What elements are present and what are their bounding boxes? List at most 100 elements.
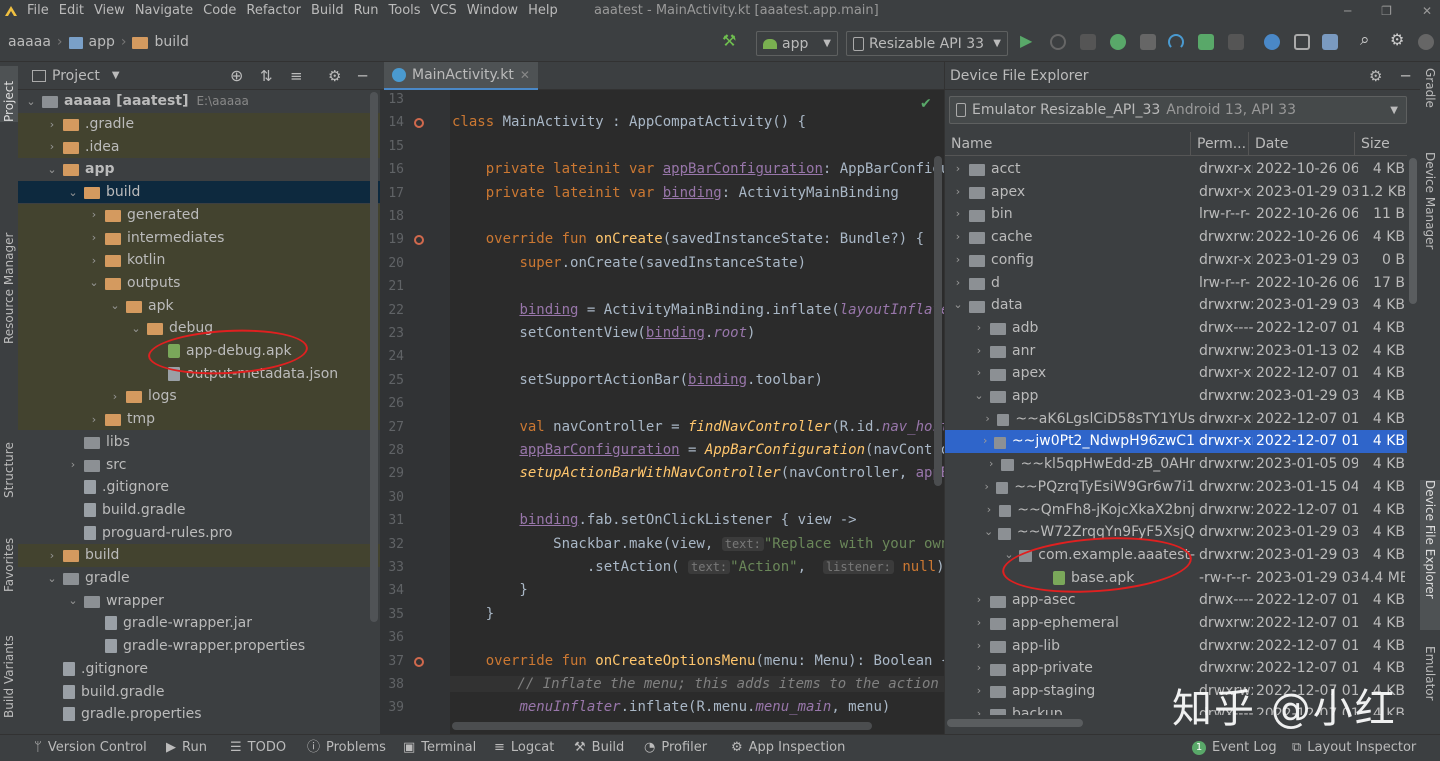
tool-profiler[interactable]: ◔ Profiler	[644, 735, 707, 761]
search-icon[interactable]: ⌕	[1360, 30, 1376, 50]
file-row[interactable]: › apex drwxr-xr2022-12-07 01:5 4 KB	[945, 362, 1407, 385]
chevron-right-icon[interactable]: ›	[981, 476, 992, 499]
tool-tab-project[interactable]: Project	[0, 66, 18, 122]
chevron-down-icon[interactable]: ⌄	[66, 186, 80, 199]
menu-item-run[interactable]: Run	[349, 0, 384, 22]
column-size[interactable]: Size	[1355, 132, 1407, 156]
menu-item-file[interactable]: File	[22, 0, 54, 22]
tool-build[interactable]: ⚒ Build	[574, 735, 624, 761]
menu-item-window[interactable]: Window	[462, 0, 523, 22]
tree-row[interactable]: › .gradle	[18, 112, 380, 136]
chevron-down-icon[interactable]: ⌄	[45, 572, 59, 585]
chevron-down-icon[interactable]: ⌄	[66, 594, 80, 607]
file-row[interactable]: ›dlrw-r--r-2022-10-26 06:017 B	[945, 272, 1407, 295]
tool-tab-resource-manager[interactable]: Resource Manager	[0, 154, 18, 344]
file-table-hscrollbar[interactable]	[947, 719, 1083, 727]
tool-logcat[interactable]: ≡ Logcat	[494, 735, 554, 761]
menu-item-code[interactable]: Code	[198, 0, 241, 22]
project-scrollbar[interactable]	[370, 92, 378, 622]
tool-terminal[interactable]: ▣ Terminal	[403, 735, 476, 761]
file-row[interactable]: › ~~PQzrqTyEsiW9Gr6w7i1 drwxrwx 2023-01-15 …	[945, 476, 1407, 499]
device-selector[interactable]: Emulator Resizable_API_33 Android 13, AP…	[949, 96, 1407, 124]
chevron-down-icon[interactable]: ⌄	[983, 521, 994, 544]
chevron-right-icon[interactable]: ›	[951, 226, 965, 249]
menu-item-refactor[interactable]: Refactor	[241, 0, 306, 22]
chevron-right-icon[interactable]: ›	[66, 458, 80, 471]
tree-row[interactable]: › intermediates	[18, 226, 380, 249]
close-icon[interactable]: ✕	[1422, 0, 1432, 22]
code-area[interactable]: class MainActivity : AppCompatActivity()…	[380, 90, 944, 734]
file-row[interactable]: › ~~kl5qpHwEdd-zB_0AHr drwxrwx 2023-01-05 0…	[945, 453, 1407, 476]
tool-tab-structure[interactable]: Structure	[0, 428, 18, 498]
menu-item-build[interactable]: Build	[306, 0, 349, 22]
column-permissions[interactable]: Perm...	[1191, 132, 1249, 156]
tree-row[interactable]: gradle-wrapper.jar	[18, 612, 380, 635]
file-row[interactable]: › bin lrw-r--r- 2022-10-26 06:0 11 B	[945, 203, 1407, 226]
tree-row[interactable]: build.gradle	[18, 680, 380, 703]
chevron-right-icon[interactable]: ›	[87, 254, 101, 267]
tree-row[interactable]: ⌄ app	[18, 158, 380, 181]
apply-changes-icon[interactable]	[1050, 34, 1066, 50]
locate-icon[interactable]: ⊕	[230, 66, 243, 85]
tool-tab-emulator[interactable]: Emulator	[1420, 646, 1440, 726]
file-row[interactable]: ⌄ data drwxrwx2023-01-29 03:3 4 KB	[945, 294, 1407, 317]
chevron-down-icon[interactable]: ⌄	[45, 163, 59, 176]
chevron-right-icon[interactable]: ›	[972, 589, 986, 612]
tool-todo[interactable]: ☰ TODO	[230, 735, 286, 761]
tree-row[interactable]: .gitignore	[18, 658, 380, 681]
file-row[interactable]: › app-asec drwx----2022-12-07 01:5 4 KB	[945, 589, 1407, 612]
chevron-right-icon[interactable]: ›	[972, 635, 986, 658]
chevron-down-icon[interactable]: ⌄	[24, 95, 38, 108]
chevron-right-icon[interactable]: ›	[982, 408, 993, 431]
attach-debugger-icon[interactable]	[1140, 34, 1156, 50]
menu-item-view[interactable]: View	[89, 0, 130, 22]
file-row[interactable]: › ~~QmFh8-jKojcXkaX2bnj drwxrwx 2022-12-07 …	[945, 499, 1407, 522]
chevron-right-icon[interactable]: ›	[951, 203, 965, 226]
close-tab-icon[interactable]: ✕	[520, 68, 530, 82]
file-row[interactable]: › acct drwxr-xr2022-10-26 06:0 4 KB	[945, 158, 1407, 181]
file-row[interactable]: › config drwxr-xr2023-01-29 03:3 0 B	[945, 249, 1407, 272]
editor-scrollbar[interactable]	[934, 156, 942, 486]
menu-item-vcs[interactable]: VCS	[426, 0, 462, 22]
file-row[interactable]: › anr drwxrwx2023-01-13 02:3 4 KB	[945, 340, 1407, 363]
chevron-down-icon[interactable]: ⌄	[87, 276, 101, 289]
tool-app-inspection[interactable]: ⚙ App Inspection	[731, 735, 845, 761]
chevron-down-icon[interactable]: ⌄	[108, 299, 122, 312]
menu-item-navigate[interactable]: Navigate	[130, 0, 198, 22]
menu-item-tools[interactable]: Tools	[384, 0, 426, 22]
attach-process-icon[interactable]	[1198, 34, 1214, 50]
chevron-right-icon[interactable]: ›	[972, 317, 986, 340]
tool-tab-gradle[interactable]: Gradle	[1420, 68, 1440, 132]
editor-hscrollbar[interactable]	[452, 722, 872, 730]
tree-row[interactable]: › kotlin	[18, 248, 380, 272]
tool-tab-favorites[interactable]: Favorites	[0, 522, 18, 592]
chevron-right-icon[interactable]: ›	[972, 703, 986, 715]
chevron-down-icon[interactable]: ⌄	[129, 322, 143, 335]
tree-row[interactable]: › tmp	[18, 407, 380, 431]
tool-layout-inspector[interactable]: ⧉ Layout Inspector	[1292, 735, 1416, 761]
run-config-select[interactable]: app ▼	[756, 31, 838, 56]
tree-row[interactable]: ⌄ outputs	[18, 271, 380, 295]
chevron-down-icon[interactable]: ▼	[112, 70, 120, 81]
stop-icon[interactable]	[1228, 34, 1244, 50]
chevron-right-icon[interactable]: ›	[985, 453, 997, 476]
maximize-icon[interactable]: ❐	[1381, 0, 1392, 22]
chevron-right-icon[interactable]: ›	[972, 340, 986, 363]
tool-run[interactable]: ▶ Run	[166, 735, 207, 761]
file-row[interactable]: › ~~jw0Pt2_NdwpH96zwC1 drwxr-xr 2022-12-07 …	[945, 430, 1407, 454]
breadcrumb-item[interactable]: build	[154, 34, 188, 50]
chevron-right-icon[interactable]: ›	[45, 140, 59, 153]
chevron-right-icon[interactable]: ›	[951, 249, 965, 272]
tool-event-log[interactable]: 1 Event Log	[1192, 735, 1277, 761]
chevron-right-icon[interactable]: ›	[951, 158, 965, 181]
editor-tab[interactable]: MainActivity.kt ✕	[384, 62, 538, 90]
chevron-right-icon[interactable]: ›	[87, 413, 101, 426]
chevron-down-icon[interactable]: ⌄	[972, 385, 986, 408]
tool-problems[interactable]: ⓘ Problems	[307, 735, 386, 761]
tree-row[interactable]: ⌄ build	[18, 180, 380, 204]
chevron-right-icon[interactable]: ›	[972, 362, 986, 385]
chevron-right-icon[interactable]: ›	[972, 657, 986, 680]
chevron-down-icon[interactable]: ⌄	[951, 294, 965, 317]
gear-icon[interactable]: ⚙	[328, 67, 341, 85]
collapse-all-icon[interactable]: ≡	[290, 67, 303, 85]
